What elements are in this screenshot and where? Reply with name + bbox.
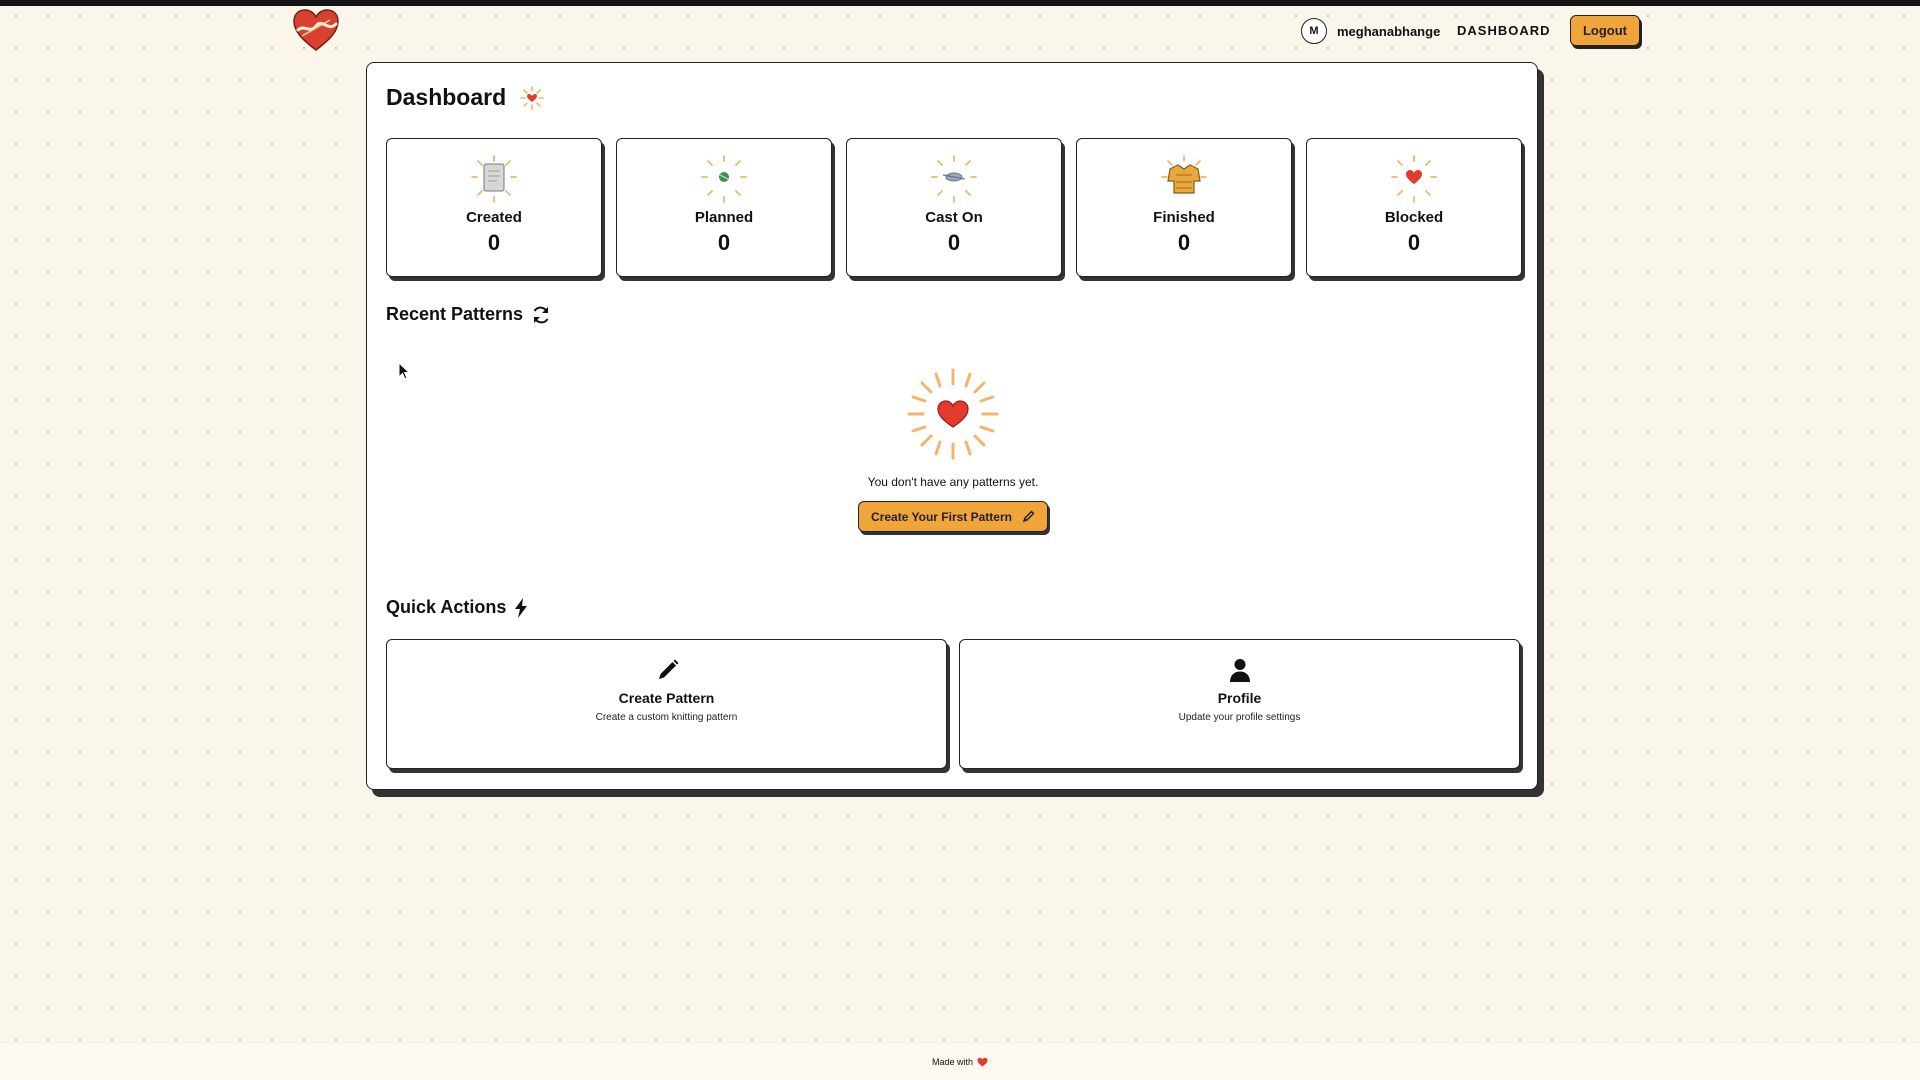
- yarn-ball-icon: [701, 155, 747, 203]
- action-description: Create a custom knitting pattern: [595, 712, 738, 723]
- page-title-text: Dashboard: [386, 84, 507, 110]
- pencil-icon: [658, 659, 678, 679]
- stat-label: Planned: [694, 209, 754, 226]
- heart-sparkle-icon: [520, 85, 544, 110]
- lightning-icon: [515, 597, 528, 618]
- empty-state-text: You don't have any patterns yet.: [867, 475, 1039, 489]
- stat-card-finished: Finished 0: [1076, 138, 1292, 277]
- heart-sparkle-icon: [907, 368, 999, 460]
- twisted-logo[interactable]: [290, 6, 342, 54]
- stat-value: 0: [1407, 230, 1421, 255]
- stat-value: 0: [717, 230, 731, 255]
- action-title: Profile: [1217, 690, 1262, 706]
- logout-button[interactable]: Logout: [1570, 15, 1640, 46]
- recent-patterns-title-text: Recent Patterns: [386, 304, 524, 324]
- stat-label: Cast On: [925, 209, 983, 226]
- profile-card[interactable]: Profile Update your profile settings: [959, 639, 1520, 769]
- recent-patterns-title: Recent Patterns: [386, 304, 551, 325]
- user-icon: [1229, 659, 1250, 682]
- stat-label: Blocked: [1384, 209, 1444, 226]
- action-description: Update your profile settings: [1178, 712, 1301, 723]
- heart-icon: [977, 1057, 988, 1066]
- action-title: Create Pattern: [618, 690, 715, 706]
- stat-card-created: Created 0: [386, 138, 602, 277]
- stat-value: 0: [487, 230, 501, 255]
- avatar[interactable]: M: [1301, 18, 1327, 44]
- heart-icon: [1391, 155, 1437, 203]
- stat-label: Finished: [1153, 209, 1215, 226]
- quick-actions-title-text: Quick Actions: [386, 597, 507, 617]
- create-first-pattern-button[interactable]: Create Your First Pattern: [858, 501, 1048, 532]
- stats-row: Created 0 Planned 0 Cast On 0 Finished 0…: [386, 138, 1522, 277]
- footer: Made with: [0, 1042, 1920, 1080]
- refresh-icon[interactable]: [531, 306, 551, 324]
- dashboard-card: Dashboard Created 0 Planned 0 Cast On 0 …: [366, 62, 1538, 790]
- footer-text: Made with: [931, 1056, 974, 1067]
- needles-icon: [931, 155, 977, 203]
- navbar: M meghanabhange DASHBOARD Logout: [0, 6, 1920, 56]
- page-title: Dashboard: [386, 84, 544, 111]
- quick-actions-row: Create Pattern Create a custom knitting …: [386, 639, 1520, 769]
- stat-label: Created: [466, 209, 522, 226]
- create-pattern-card[interactable]: Create Pattern Create a custom knitting …: [386, 639, 947, 769]
- username[interactable]: meghanabhange: [1337, 24, 1440, 39]
- document-icon: [471, 155, 517, 203]
- stat-card-blocked: Blocked 0: [1306, 138, 1522, 277]
- mouse-cursor-icon: [398, 362, 410, 380]
- nav-link-dashboard[interactable]: DASHBOARD: [1457, 23, 1551, 38]
- empty-state: You don't have any patterns yet. Create …: [367, 368, 1539, 532]
- user-menu[interactable]: M meghanabhange: [1301, 18, 1440, 44]
- stat-card-cast-on: Cast On 0: [846, 138, 1062, 277]
- stat-card-planned: Planned 0: [616, 138, 832, 277]
- quick-actions-title: Quick Actions: [386, 597, 528, 618]
- sweater-icon: [1161, 155, 1207, 194]
- pencil-icon: [1022, 510, 1035, 523]
- stat-value: 0: [947, 230, 961, 255]
- stat-value: 0: [1177, 230, 1191, 255]
- create-first-pattern-label: Create Your First Pattern: [871, 509, 1012, 524]
